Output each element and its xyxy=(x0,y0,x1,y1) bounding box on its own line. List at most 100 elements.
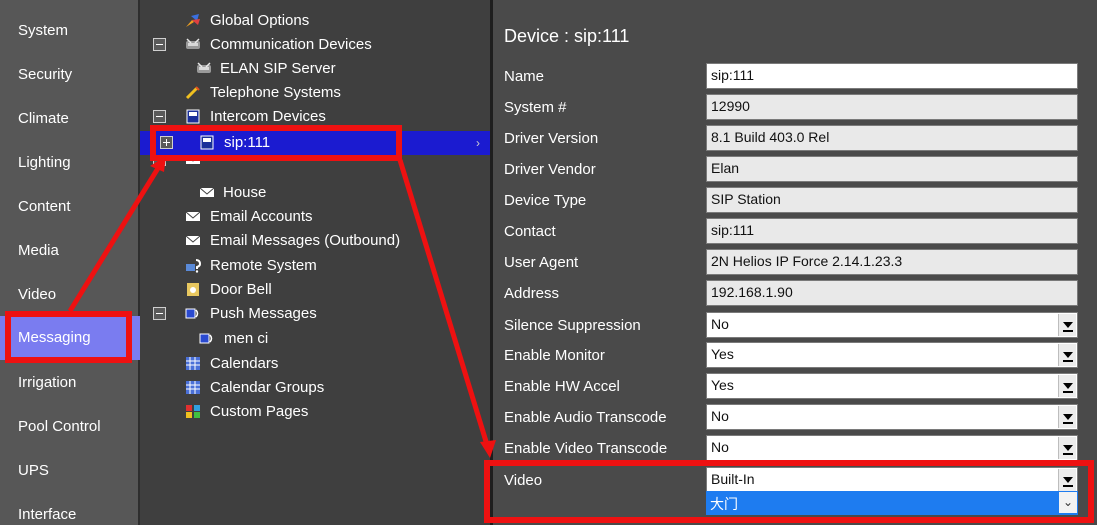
driver-version-value: 8.1 Build 403.0 Rel xyxy=(706,125,1078,151)
address-value: 192.168.1.90 xyxy=(706,280,1078,306)
field-device-type: Device Type SIP Station xyxy=(496,184,1097,215)
tree-item-custom-pages[interactable]: Custom Pages xyxy=(140,400,490,424)
nav-item-content[interactable]: Content xyxy=(0,185,140,229)
enable-monitor-select[interactable]: Yes xyxy=(706,342,1078,368)
tree-item-men-ci[interactable]: men ci xyxy=(140,327,490,351)
nav-item-ups[interactable]: UPS xyxy=(0,449,140,493)
field-label: Driver Vendor xyxy=(504,161,596,178)
intercom-icon xyxy=(200,135,214,150)
calendar-icon xyxy=(186,381,200,394)
tree-item-push-messages[interactable]: Push Messages xyxy=(140,302,490,326)
nav-item-video[interactable]: Video xyxy=(0,273,140,317)
collapse-icon[interactable] xyxy=(153,307,166,320)
tree-item-intercom-devices[interactable]: Intercom Devices xyxy=(140,105,490,129)
tree-item-label: Calendars xyxy=(210,355,279,372)
tree-item-communication-devices[interactable]: Communication Devices xyxy=(140,33,490,57)
tree-item-global-options[interactable]: Global Options xyxy=(140,9,490,33)
nav-item-system[interactable]: System xyxy=(0,9,140,53)
field-contact: Contact sip:111 xyxy=(496,215,1097,246)
tree-item-label: Global Options xyxy=(210,12,310,29)
field-address: Address 192.168.1.90 xyxy=(496,277,1097,308)
tree-item-email-messages-outbound[interactable]: Email Messages (Outbound) xyxy=(140,229,490,253)
nav-item-security[interactable]: Security xyxy=(0,53,140,97)
collapse-icon[interactable] xyxy=(153,155,166,166)
user-agent-value: 2N Helios IP Force 2.14.1.23.3 xyxy=(706,249,1078,275)
option-label: 大门 xyxy=(710,496,738,512)
nav-item-pool-control[interactable]: Pool Control xyxy=(0,405,140,449)
silence-suppression-select[interactable]: No xyxy=(706,312,1078,338)
sip-server-icon xyxy=(197,62,211,73)
nav-item-climate[interactable]: Climate xyxy=(0,97,140,141)
video-dropdown-option[interactable]: 大门 ⌄ xyxy=(706,491,1078,515)
intercom-icon xyxy=(186,109,200,124)
tree-item-sip-111[interactable]: sip:111 › xyxy=(140,131,490,155)
tree-item-elan-sip-server[interactable]: ELAN SIP Server xyxy=(140,57,490,81)
dropdown-arrow-icon[interactable] xyxy=(1058,406,1076,428)
collapse-icon[interactable] xyxy=(153,38,166,51)
tree-item-telephone-systems[interactable]: Telephone Systems xyxy=(140,81,490,105)
select-value: Yes xyxy=(711,346,734,362)
field-driver-version: Driver Version 8.1 Build 403.0 Rel xyxy=(496,122,1097,153)
enable-audio-transcode-select[interactable]: No xyxy=(706,404,1078,430)
field-enable-video-transcode: Enable Video Transcode No xyxy=(496,432,1097,463)
settings-icon xyxy=(186,14,200,27)
nav-item-messaging[interactable]: Messaging xyxy=(0,316,140,360)
tree-item-voice-mail-boxes[interactable]: Voice Mail Boxes xyxy=(140,155,490,169)
field-label: User Agent xyxy=(504,254,579,271)
custom-pages-icon xyxy=(186,405,200,418)
field-system-number: System # 12990 xyxy=(496,91,1097,122)
tree-item-label: ELAN SIP Server xyxy=(220,60,336,77)
dropdown-arrow-icon[interactable] xyxy=(1058,314,1076,336)
enable-hw-accel-select[interactable]: Yes xyxy=(706,373,1078,399)
tree-item-label: Voice Mail Boxes xyxy=(210,155,325,164)
tree-item-house[interactable]: House xyxy=(140,181,490,205)
dropdown-arrow-icon[interactable] xyxy=(1058,469,1076,491)
tree-item-calendars[interactable]: Calendars xyxy=(140,352,490,376)
tree-item-label: Calendar Groups xyxy=(210,379,325,396)
video-select[interactable]: Built-In xyxy=(706,467,1078,493)
push-message-icon xyxy=(199,333,213,344)
system-number-value: 12990 xyxy=(706,94,1078,120)
field-label: Contact xyxy=(504,223,556,240)
tree-item-calendar-groups[interactable]: Calendar Groups xyxy=(140,376,490,400)
field-label: Name xyxy=(504,68,545,85)
field-label: Enable Audio Transcode xyxy=(504,409,667,426)
tree-item-door-bell[interactable]: Door Bell xyxy=(140,278,490,302)
chevron-right-icon: › xyxy=(476,136,480,150)
expand-icon[interactable] xyxy=(160,136,173,149)
nav-item-interface[interactable]: Interface xyxy=(0,493,140,525)
tree-item-label: Custom Pages xyxy=(210,403,309,420)
select-value: No xyxy=(711,408,729,424)
name-input[interactable]: sip:111 xyxy=(706,63,1078,89)
category-sidebar: System Security Climate Lighting Content… xyxy=(0,0,140,525)
field-enable-hw-accel: Enable HW Accel Yes xyxy=(496,370,1097,401)
tree-item-email-accounts[interactable]: Email Accounts xyxy=(140,205,490,229)
tree-item-label: sip:111 xyxy=(224,134,271,151)
chevron-down-icon[interactable]: ⌄ xyxy=(1059,492,1077,513)
field-label: Enable Monitor xyxy=(504,347,605,364)
nav-item-media[interactable]: Media xyxy=(0,229,140,273)
door-bell-icon xyxy=(187,283,199,296)
dropdown-arrow-icon[interactable] xyxy=(1058,375,1076,397)
driver-vendor-value: Elan xyxy=(706,156,1078,182)
field-label: Enable Video Transcode xyxy=(504,440,668,457)
tree-item-label: Door Bell xyxy=(210,281,272,298)
nav-item-lighting[interactable]: Lighting xyxy=(0,141,140,185)
device-properties-panel: Device : sip:111 Name sip:111 System # 1… xyxy=(496,0,1097,525)
tree-item-label: Email Messages (Outbound) xyxy=(210,232,401,249)
field-label: Driver Version xyxy=(504,130,599,147)
enable-video-transcode-select[interactable]: No xyxy=(706,435,1078,461)
dropdown-arrow-icon[interactable] xyxy=(1058,344,1076,366)
nav-item-irrigation[interactable]: Irrigation xyxy=(0,361,140,405)
tree-item-label: Email Accounts xyxy=(210,208,313,225)
configuration-tree: Global Options Communication Devices ELA… xyxy=(140,0,493,525)
field-label: Address xyxy=(504,285,560,302)
field-enable-audio-transcode: Enable Audio Transcode No xyxy=(496,401,1097,432)
dropdown-arrow-icon[interactable] xyxy=(1058,437,1076,459)
collapse-icon[interactable] xyxy=(153,110,166,123)
envelope-icon xyxy=(199,187,215,197)
envelope-icon xyxy=(185,235,201,245)
field-label: Device Type xyxy=(504,192,587,209)
communication-devices-icon xyxy=(186,38,200,49)
tree-item-remote-system[interactable]: Remote System xyxy=(140,254,490,278)
